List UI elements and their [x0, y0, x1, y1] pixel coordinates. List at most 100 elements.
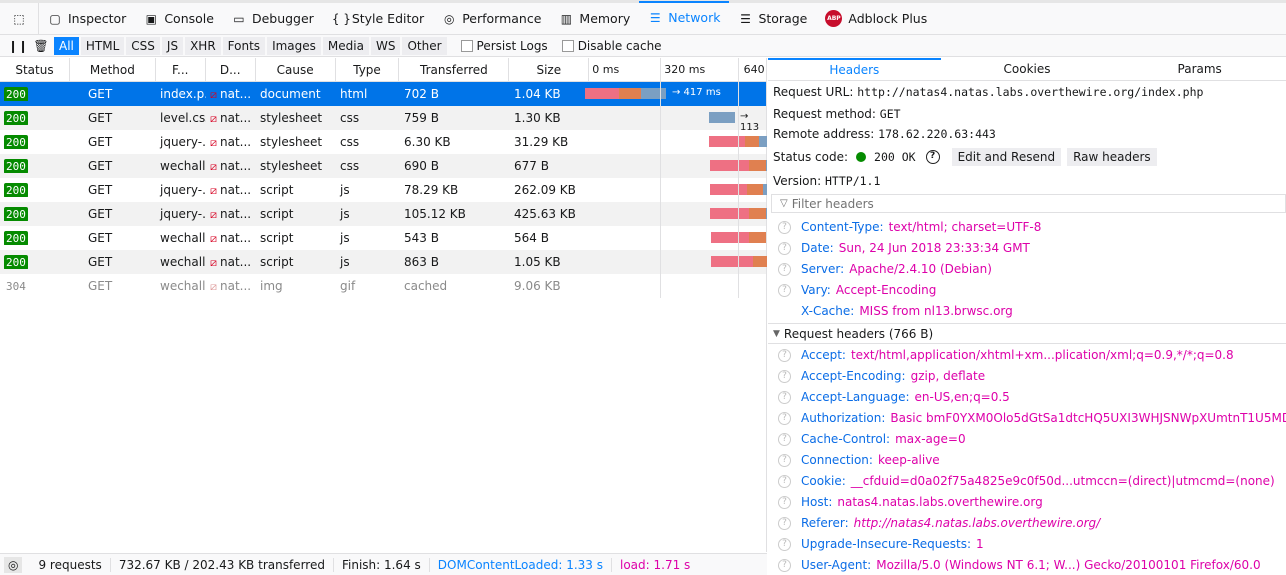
cause-value: script [260, 183, 294, 197]
table-row[interactable]: 200GETlevel.css⧄nat...stylesheetcss759 B… [0, 106, 766, 133]
element-picker-button[interactable]: ⬚ [0, 2, 39, 35]
details-tab-headers[interactable]: Headers [768, 58, 941, 80]
column-header-3[interactable]: D... [206, 58, 256, 82]
help-icon[interactable]: ? [778, 411, 791, 425]
help-icon[interactable]: ? [778, 348, 791, 362]
column-header-5[interactable]: Type [336, 58, 400, 82]
tab-network[interactable]: ☰ Network [639, 0, 730, 33]
transferred-cell: 543 B [400, 231, 510, 245]
column-header-7[interactable]: Size [509, 58, 590, 82]
persist-logs-checkbox[interactable]: Persist Logs [460, 39, 548, 53]
edit-resend-button[interactable]: Edit and Resend [951, 148, 1062, 166]
help-icon[interactable]: ? [778, 432, 791, 446]
header-row[interactable]: ? Date: Sun, 24 Jun 2018 23:33:34 GMT [778, 241, 1030, 255]
tab-label: Console [164, 11, 214, 26]
tab-performance[interactable]: ◎ Performance [433, 3, 550, 35]
request-headers-section[interactable]: ▼ Request headers (766 B) [768, 323, 1286, 344]
tab-console[interactable]: ▣ Console [135, 3, 223, 35]
header-row[interactable]: ? User-Agent: Mozilla/5.0 (Windows NT 6.1;… [778, 558, 1261, 572]
domain-value: nat... [220, 110, 252, 125]
filter-fonts[interactable]: Fonts [222, 36, 266, 55]
header-row[interactable]: ? Cache-Control: max-age=0 [778, 432, 966, 446]
column-header-1[interactable]: Method [70, 58, 156, 82]
type-cell: js [336, 183, 400, 197]
tab-inspector[interactable]: ▢ Inspector [39, 3, 135, 35]
column-header-waterfall[interactable]: 0 ms320 ms640 ms [589, 58, 766, 100]
header-row[interactable]: ? Accept-Encoding: gzip, deflate [778, 369, 985, 383]
help-icon[interactable]: ? [778, 474, 791, 488]
file-value: wechall... [160, 279, 206, 293]
help-icon[interactable]: ? [778, 369, 791, 383]
header-row[interactable]: ? Connection: keep-alive [778, 453, 940, 467]
table-row[interactable]: 200GETjquery-...⧄nat...scriptjs105.12 KB… [0, 202, 767, 226]
waterfall-receiving-segment [766, 160, 767, 171]
performance-button[interactable]: ◎ [4, 556, 23, 573]
header-row[interactable]: ? Cookie: __cfduid=d0a02f75a4825e9c0f50d..… [778, 474, 1275, 488]
header-row[interactable]: ? Referer: http://natas4.natas.labs.overth… [778, 516, 1100, 530]
filter-ws[interactable]: WS [370, 36, 401, 55]
waterfall-blocked-segment [710, 184, 747, 195]
help-icon[interactable]: ? [925, 150, 940, 164]
column-header-6[interactable]: Transferred [399, 58, 510, 82]
header-name: Server: [801, 262, 845, 276]
table-row[interactable]: 304GETwechall...⧄nat...imggifcached9.06 … [0, 274, 766, 298]
help-icon[interactable]: ? [778, 495, 791, 509]
table-row[interactable]: 200GETindex.p...⧄nat...documenthtml702 B… [0, 82, 766, 106]
header-row[interactable]: ? Host: natas4.natas.labs.overthewire.org [778, 495, 1043, 509]
load-time: load: 1.71 s [619, 557, 691, 572]
header-row[interactable]: ? Vary: Accept-Encoding [778, 283, 936, 297]
table-row[interactable]: 200GETwechall...⧄nat...scriptjs863 B1.05… [0, 250, 767, 274]
filter-js[interactable]: JS [161, 36, 184, 55]
details-tab-cookies[interactable]: Cookies [941, 58, 1114, 80]
table-row[interactable]: 200GETjquery-...⧄nat...stylesheetcss6.30… [0, 130, 767, 154]
filter-css[interactable]: CSS [126, 36, 160, 55]
filter-images[interactable]: Images [267, 36, 321, 55]
filter-xhr[interactable]: XHR [185, 36, 221, 55]
help-icon[interactable]: ? [778, 241, 791, 255]
help-icon[interactable]: ? [778, 453, 791, 467]
help-icon[interactable]: ? [778, 283, 791, 297]
help-icon[interactable]: ? [778, 262, 791, 276]
header-row[interactable]: ? Server: Apache/2.4.10 (Debian) [778, 262, 992, 276]
help-icon[interactable]: ? [778, 390, 791, 404]
help-icon[interactable]: ? [778, 516, 791, 530]
header-name: Host: [801, 495, 833, 509]
table-row[interactable]: 200GETjquery-...⧄nat...scriptjs78.29 KB2… [0, 178, 767, 202]
header-row[interactable]: ? Content-Type: text/html; charset=UTF-8 [778, 220, 1041, 234]
tab-adblock-plus[interactable]: ABP Adblock Plus [816, 3, 936, 35]
status-cell: 200 [0, 87, 70, 101]
size-value: 1.05 KB [514, 255, 561, 269]
raw-headers-button[interactable]: Raw headers [1067, 148, 1157, 166]
filter-media[interactable]: Media [322, 36, 369, 55]
filter-html[interactable]: HTML [80, 36, 125, 55]
tab-debugger[interactable]: ▭ Debugger [223, 3, 323, 35]
tab-storage[interactable]: ☰ Storage [729, 3, 816, 35]
details-tab-params[interactable]: Params [1113, 58, 1286, 80]
column-header-2[interactable]: F... [156, 58, 206, 82]
header-row[interactable]: ? Accept: text/html,application/xhtml+xm..… [778, 348, 1234, 362]
column-header-4[interactable]: Cause [256, 58, 336, 82]
help-icon[interactable]: ? [778, 558, 791, 572]
type-value: gif [340, 279, 356, 293]
tab-style-editor[interactable]: { } Style Editor [323, 3, 433, 35]
filter-other[interactable]: Other [402, 36, 447, 55]
trash-icon[interactable]: 🗑 [30, 39, 52, 53]
insecure-lock-icon: ⧄ [210, 183, 217, 197]
column-header-0[interactable]: Status [0, 58, 70, 82]
filter-headers-input[interactable]: ▽ Filter headers [771, 194, 1286, 213]
filter-all[interactable]: All [54, 36, 79, 55]
table-row[interactable]: 200GETwechall...⧄nat...scriptjs543 B564 … [0, 226, 766, 250]
pause-button[interactable]: ❙❙ [8, 39, 28, 53]
header-value: natas4.natas.labs.overthewire.org [837, 495, 1043, 509]
disable-cache-checkbox[interactable]: Disable cache [561, 39, 662, 53]
help-icon[interactable]: ? [778, 220, 791, 234]
header-row[interactable]: X-Cache: MISS from nl13.brwsc.org [801, 304, 1013, 318]
table-row[interactable]: 200GETwechall...⧄nat...stylesheetcss690 … [0, 154, 767, 178]
header-row[interactable]: ? Accept-Language: en-US,en;q=0.5 [778, 390, 1010, 404]
header-row[interactable]: ? Authorization: Basic bmF0YXM0Olo5dGtSa1d… [778, 411, 1286, 425]
domain-cell: ⧄ nat... [206, 87, 256, 102]
help-icon[interactable]: ? [778, 537, 791, 551]
header-row[interactable]: ? Upgrade-Insecure-Requests: 1 [778, 537, 984, 551]
tab-memory[interactable]: ▥ Memory [550, 3, 639, 35]
file-value: wechall... [160, 255, 206, 269]
